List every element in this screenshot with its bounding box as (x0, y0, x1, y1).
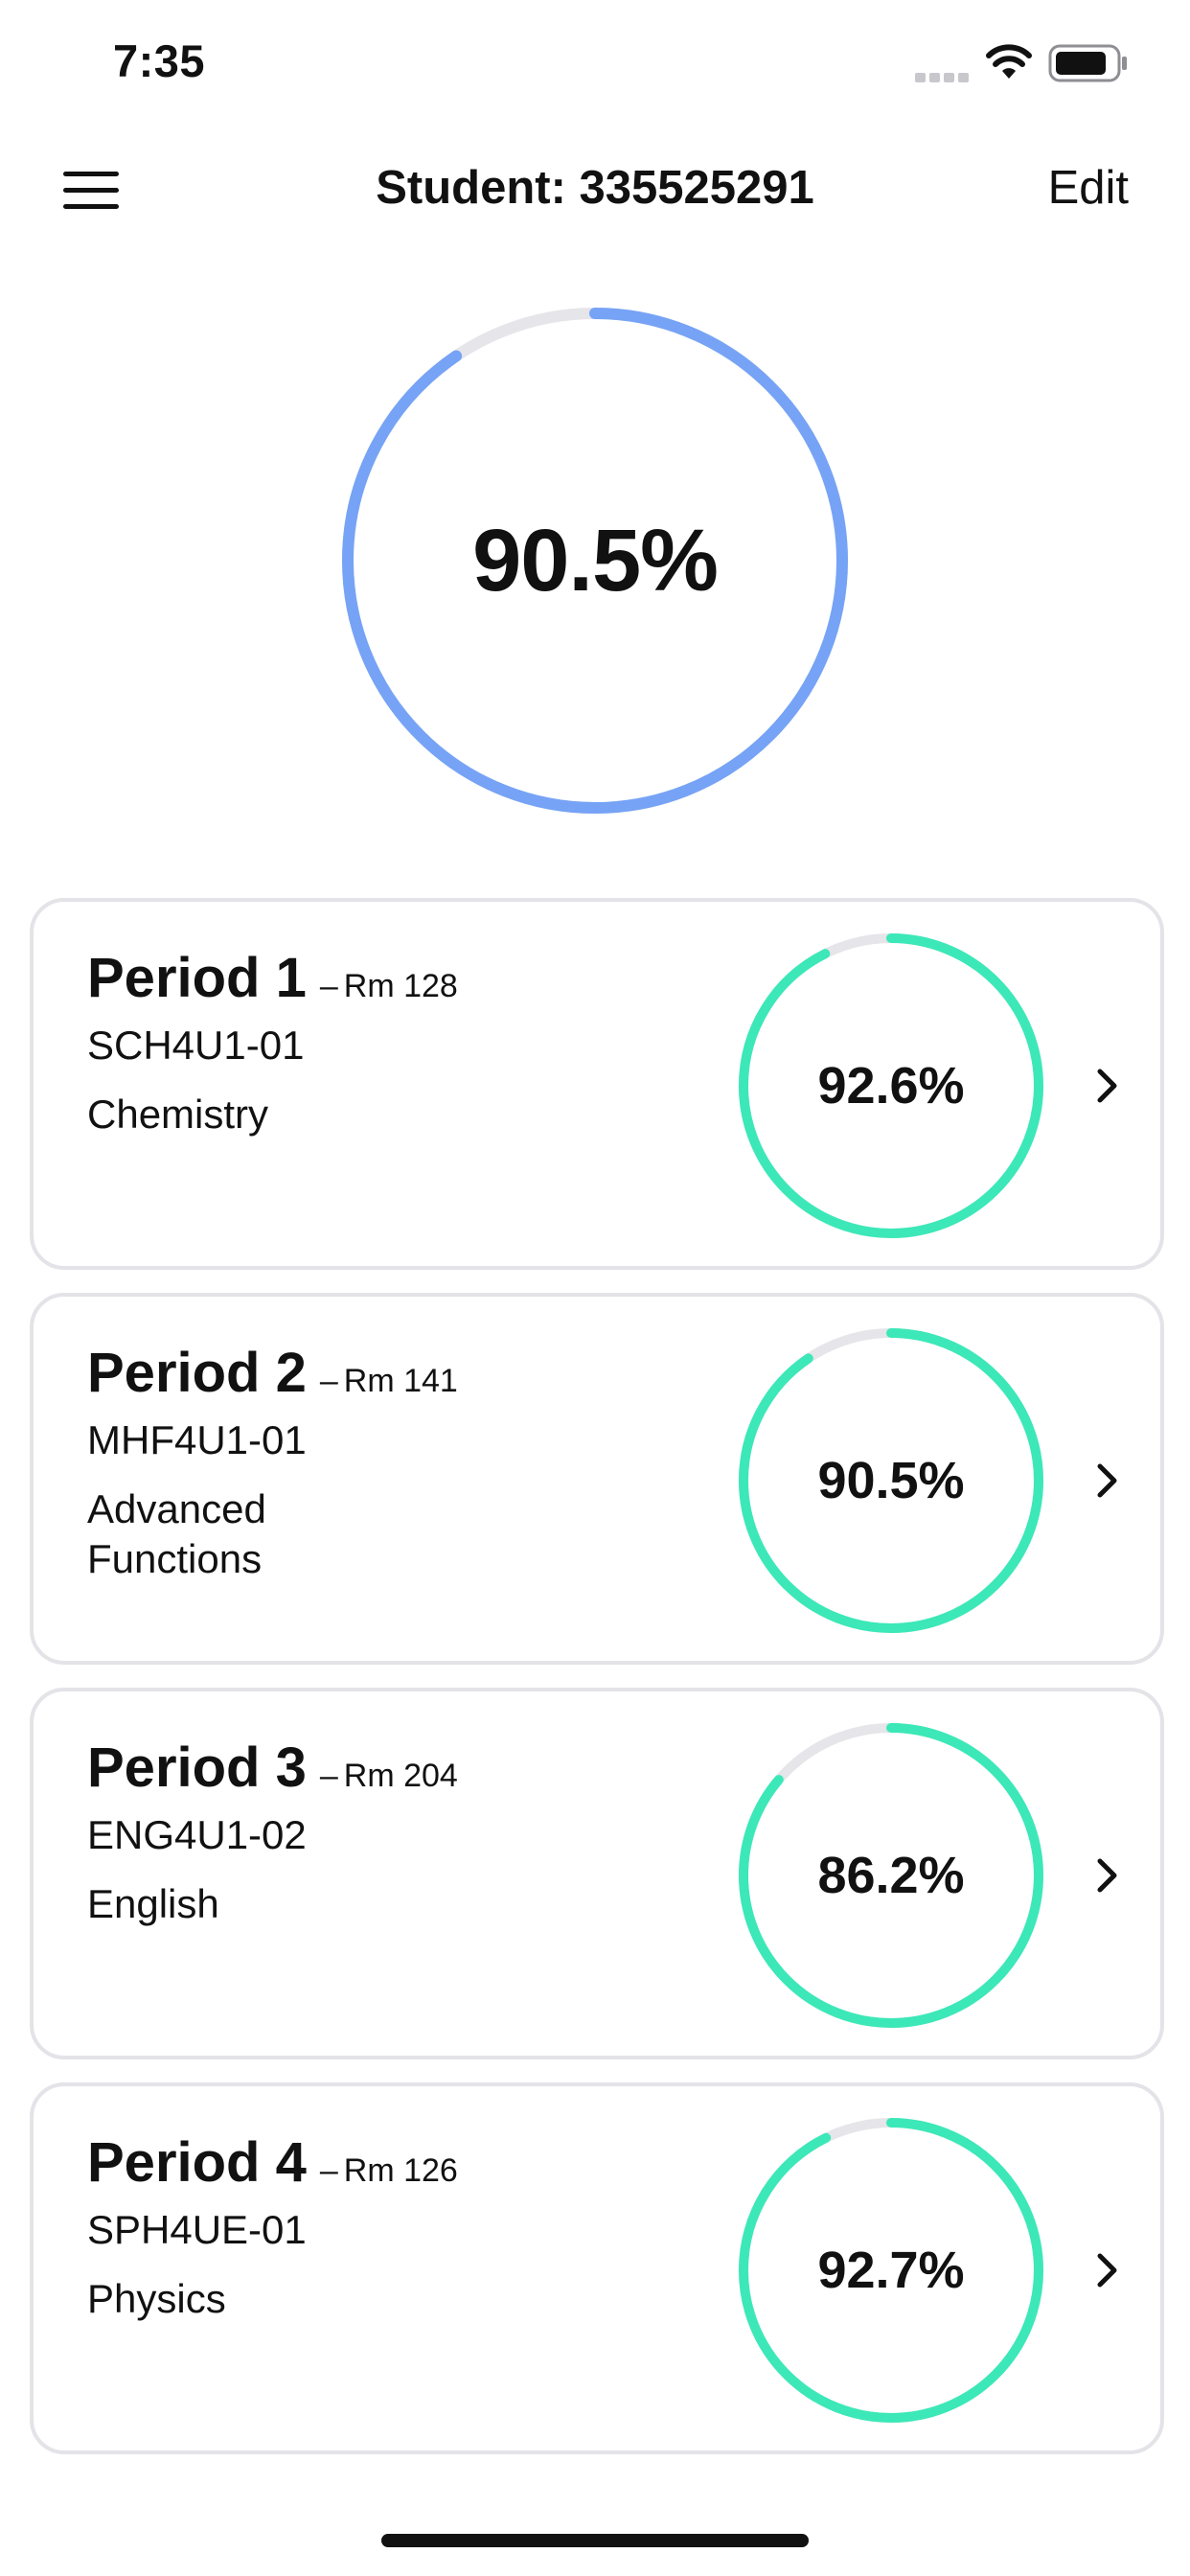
room-label: Rm 141 (343, 1363, 458, 1399)
course-name: English (87, 1881, 219, 1926)
course-code: SCH4U1-01 (87, 1023, 305, 1068)
room-separator: – (319, 1758, 338, 1794)
period-heading: Period 2– Rm 141 (87, 1341, 458, 1405)
room-separator: – (319, 1363, 338, 1399)
course-card-period-3[interactable]: Period 3– Rm 204 ENG4U1-02 English 86.2% (30, 1688, 1164, 2059)
period-label: Period 2 (87, 1342, 307, 1404)
overall-grade: 90.5% (472, 511, 719, 610)
course-code: ENG4U1-02 (87, 1812, 307, 1857)
period-label: Period 3 (87, 1736, 307, 1799)
course-name: Chemistry (87, 1092, 269, 1137)
course-list: Period 1– Rm 128 SCH4U1-01 Chemistry 92.6… (30, 898, 1164, 2477)
edit-button[interactable]: Edit (1048, 161, 1129, 215)
room-separator: – (319, 2152, 338, 2189)
course-grade: 92.7% (817, 2242, 965, 2299)
home-indicator (381, 2534, 809, 2547)
course-card-period-4[interactable]: Period 4– Rm 126 SPH4UE-01 Physics 92.7% (30, 2082, 1164, 2454)
course-name: Physics (87, 2276, 226, 2321)
nav-bar: Student: 335525291 Edit (0, 144, 1190, 240)
chevron-right-icon (1097, 2253, 1117, 2288)
period-heading: Period 4– Rm 126 (87, 2130, 458, 2195)
course-code: MHF4U1-01 (87, 1417, 307, 1462)
wifi-icon (986, 44, 1032, 79)
room-label: Rm 204 (343, 1758, 458, 1794)
chevron-right-icon (1097, 1858, 1117, 1893)
battery-icon (1048, 44, 1127, 82)
room-label: Rm 126 (343, 2152, 458, 2189)
status-time: 7:35 (113, 35, 206, 86)
chevron-right-icon (1097, 1069, 1117, 1103)
room-separator: – (319, 968, 338, 1004)
period-label: Period 1 (87, 947, 307, 1009)
course-grade: 86.2% (817, 1847, 965, 1904)
status-bar: 7:35 (0, 0, 1190, 126)
page-title: Student: 335525291 (376, 162, 814, 214)
room-label: Rm 128 (343, 968, 458, 1004)
cellular-signal-icon (915, 73, 969, 82)
period-heading: Period 1– Rm 128 (87, 946, 458, 1010)
course-name: Advanced Functions (87, 1486, 266, 1581)
course-code: SPH4UE-01 (87, 2207, 307, 2252)
course-card-period-1[interactable]: Period 1– Rm 128 SCH4U1-01 Chemistry 92.6… (30, 898, 1164, 1270)
course-grade: 92.6% (817, 1057, 965, 1115)
course-card-period-2[interactable]: Period 2– Rm 141 MHF4U1-01 Advanced Funct… (30, 1293, 1164, 1665)
period-heading: Period 3– Rm 204 (87, 1736, 458, 1800)
course-grade: 90.5% (817, 1452, 965, 1509)
period-label: Period 4 (87, 2131, 307, 2194)
chevron-right-icon (1097, 1463, 1117, 1498)
